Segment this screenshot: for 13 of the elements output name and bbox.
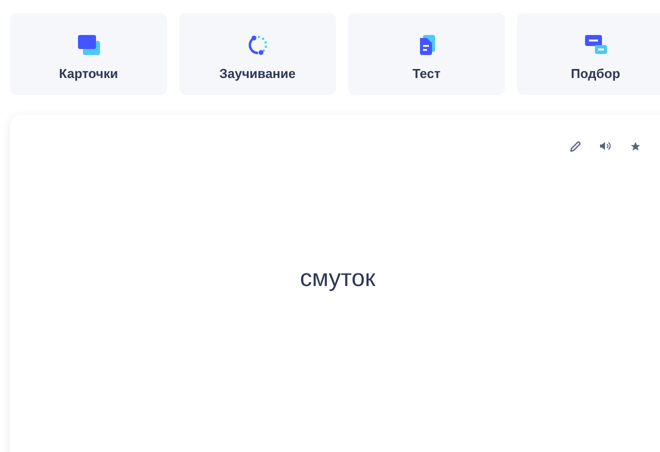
study-mode-button[interactable]: Заучивание bbox=[179, 13, 336, 95]
audio-button[interactable] bbox=[598, 139, 612, 153]
study-mode-button[interactable]: Тест bbox=[348, 13, 505, 95]
cycle-icon bbox=[246, 34, 268, 56]
star-icon bbox=[630, 140, 640, 152]
study-mode-button[interactable]: Подбор bbox=[517, 13, 660, 95]
pencil-icon bbox=[570, 140, 580, 152]
study-mode-button[interactable]: Карточки bbox=[10, 13, 167, 95]
cards-icon bbox=[76, 34, 100, 56]
edit-button[interactable] bbox=[568, 139, 582, 153]
match-icon bbox=[584, 34, 608, 56]
speaker-icon bbox=[599, 141, 611, 151]
card-term: смуток bbox=[300, 265, 376, 293]
